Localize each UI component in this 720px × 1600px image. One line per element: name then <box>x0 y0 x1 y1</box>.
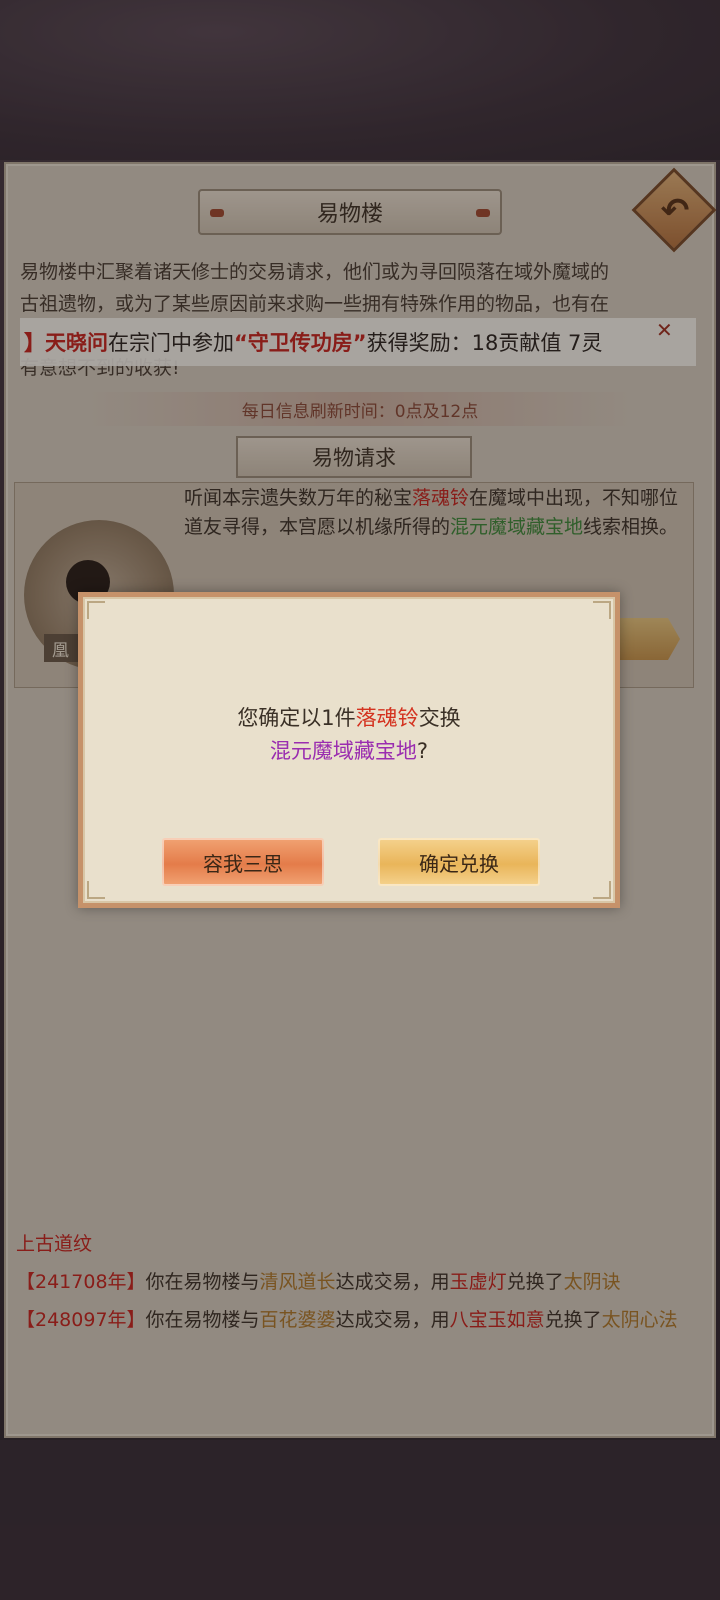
dialog-item: 落魂铃 <box>355 706 419 730</box>
dialog-reward: 混元魔域藏宝地 <box>269 739 417 763</box>
dialog-text: 您确定以1件 <box>237 706 356 730</box>
corner-ornament <box>593 881 611 899</box>
corner-ornament <box>87 601 105 619</box>
dialog-line-1: 您确定以1件落魂铃交换 <box>78 702 620 735</box>
corner-ornament <box>593 601 611 619</box>
dialog-line-2: 混元魔域藏宝地? <box>78 735 620 768</box>
dialog-text: ? <box>416 739 429 763</box>
dialog-text: 交换 <box>418 706 461 730</box>
cancel-button[interactable]: 容我三思 <box>162 838 324 886</box>
confirm-exchange-button[interactable]: 确定兑换 <box>378 838 540 886</box>
corner-ornament <box>87 881 105 899</box>
dialog-message: 您确定以1件落魂铃交换 混元魔域藏宝地? <box>78 702 620 768</box>
